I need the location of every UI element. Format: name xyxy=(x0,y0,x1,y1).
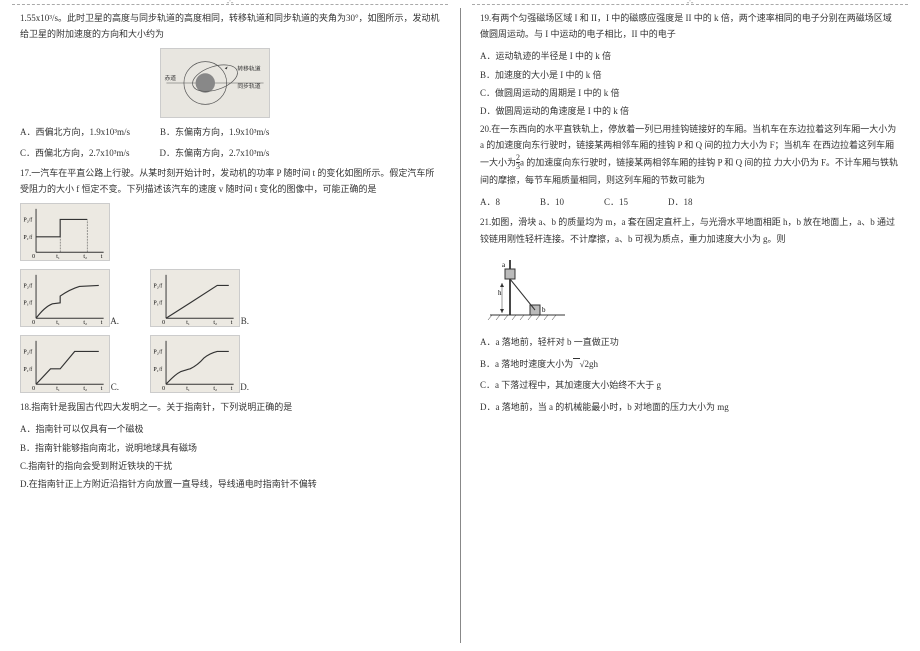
q17-text: 17.一汽车在平直公路上行驶。从某时刻开始计时，发动机的功率 P 随时间 t 的… xyxy=(20,165,440,197)
q18-opt-b: B．指南针能够指向南北，说明地球具有磁场 xyxy=(20,440,440,456)
svg-text:0: 0 xyxy=(32,254,35,260)
column-separator xyxy=(460,8,461,643)
transfer-label: 转移轨道 xyxy=(237,65,260,73)
q20-opt-a: A．8 xyxy=(480,194,500,210)
right-column: -'- 19.有两个匀强磁场区域 I 和 II，I 中的磁感应强度是 II 中的… xyxy=(460,0,920,651)
graph-c: P₂/f P₁/f 0 t₁t₂t C. xyxy=(20,335,110,393)
q18-opts: A．指南针可以仅具有一个磁极 B．指南针能够指向南北，说明地球具有磁场 C.指南… xyxy=(20,421,440,492)
q16-opt-d: D．东偏南方向，2.7x10³m/s xyxy=(159,145,269,161)
page-marker: -'- xyxy=(227,0,234,10)
q16-text: 1.55x10³/s。此时卫星的高度与同步轨道的高度相同，转移轨道和同步轨道的夹… xyxy=(20,10,440,42)
q21-text: 21.如图，滑块 a、b 的质量均为 m，a 套在固定直杆上，与光滑水平地面相距… xyxy=(480,214,900,246)
svg-text:t₂: t₂ xyxy=(83,320,87,326)
svg-text:t₁: t₁ xyxy=(186,386,190,392)
q19-opt-a: A．运动轨迹的半径是 I 中的 k 倍 xyxy=(480,48,900,64)
graph-d: P₂/f P₁/f 0 t₁t₂t D. xyxy=(150,335,240,393)
q16-opt-c: C．西偏北方向，2.7x10³m/s xyxy=(20,145,129,161)
q20-text: 20.在一东西向的水平直铁轨上，停放着一列已用挂钩链接好的车厢。当机车在东边拉着… xyxy=(480,121,900,188)
svg-text:P₁/f: P₁/f xyxy=(23,234,32,241)
q20-part-c: a 的加速度向东行驶时，链接某两相邻车厢的挂钩 P 和 Q 间的拉 xyxy=(520,157,771,167)
q16-opts-row1: A．西偏北方向，1.9x10³m/s B．东偏南方向，1.9x10³m/s xyxy=(20,124,440,140)
svg-text:P₁/f: P₁/f xyxy=(23,366,32,373)
svg-text:t: t xyxy=(231,320,233,326)
graph-grid: P₂/f P₁/f 0 t₁ t₂ t P₂/f P₁/f xyxy=(20,203,440,393)
svg-text:P₂/f: P₂/f xyxy=(23,349,32,356)
q16-opt-a: A．西偏北方向，1.9x10³m/s xyxy=(20,124,130,140)
svg-text:t₂: t₂ xyxy=(83,386,87,392)
svg-text:0: 0 xyxy=(32,386,35,392)
graph-b-label: B. xyxy=(241,313,249,329)
svg-text:a: a xyxy=(502,261,506,269)
svg-text:h: h xyxy=(498,289,502,297)
page-marker-r: -'- xyxy=(687,0,694,10)
q20-opts: A．8 B．10 C．15 D．18 xyxy=(480,194,900,210)
graph-a: P₂/f P₁/f 0 t₁t₂t A. xyxy=(20,269,110,327)
graph-d-label: D. xyxy=(240,379,249,395)
q20-opt-b: B．10 xyxy=(540,194,564,210)
q18-opt-d: D.在指南针正上方附近沿指针方向放置一直导线，导线通电时指南针不偏转 xyxy=(20,476,440,492)
svg-text:t: t xyxy=(101,386,103,392)
svg-text:t: t xyxy=(101,320,103,326)
svg-text:P₁/f: P₁/f xyxy=(153,300,162,307)
q21-opt-b: B．a 落地时速度大小为 √2gh xyxy=(480,355,900,375)
svg-text:t: t xyxy=(231,386,233,392)
sync-label: 同步轨道 xyxy=(237,82,260,90)
svg-text:P₂/f: P₂/f xyxy=(23,217,32,224)
graph-stem: P₂/f P₁/f 0 t₁ t₂ t xyxy=(20,203,110,261)
svg-text:b: b xyxy=(542,306,546,314)
svg-text:t₂: t₂ xyxy=(83,254,87,260)
svg-text:t₁: t₁ xyxy=(56,320,60,326)
graph-a-label: A. xyxy=(110,313,119,329)
svg-text:0: 0 xyxy=(32,320,35,326)
svg-text:P₁/f: P₁/f xyxy=(23,300,32,307)
pulley-diagram: a b h xyxy=(480,255,570,325)
q19-opt-d: D．做圆周运动的角速度是 I 中的 k 倍 xyxy=(480,103,900,119)
q16-opts-row2: C．西偏北方向，2.7x10³m/s D．东偏南方向，2.7x10³m/s xyxy=(20,145,440,161)
q18-text: 18.指南针是我国古代四大发明之一。关于指南针，下列说明正确的是 xyxy=(20,399,440,415)
q19-opt-b: B．加速度的大小是 I 中的 k 倍 xyxy=(480,67,900,83)
q18-opt-a: A．指南针可以仅具有一个磁极 xyxy=(20,421,440,437)
graph-b: P₂/f P₁/f 0 t₁t₂t B. xyxy=(150,269,240,327)
q21-opt-d: D．a 落地前，当 a 的机械能最小时，b 对地面的压力大小为 mg xyxy=(480,398,900,418)
svg-text:P₂/f: P₂/f xyxy=(23,283,32,290)
svg-text:t₁: t₁ xyxy=(56,254,60,260)
svg-text:t₁: t₁ xyxy=(186,320,190,326)
left-column: -'- 1.55x10³/s。此时卫星的高度与同步轨道的高度相同，转移轨道和同步… xyxy=(0,0,460,651)
q21-opt-c: C．a 下落过程中，其加速度大小始终不大于 g xyxy=(480,376,900,396)
q21-opt-a: A．a 落地前，轻杆对 b 一直做正功 xyxy=(480,333,900,353)
svg-text:P₁/f: P₁/f xyxy=(153,366,162,373)
svg-text:t₂: t₂ xyxy=(213,320,217,326)
q19-opt-c: C．做圆周运动的周期是 I 中的 k 倍 xyxy=(480,85,900,101)
equator-label: 赤道 xyxy=(164,74,176,82)
svg-text:t₁: t₁ xyxy=(56,386,60,392)
svg-text:0: 0 xyxy=(162,386,165,392)
graph-c-label: C. xyxy=(111,379,119,395)
orbit-diagram: 赤道 转移轨道 同步轨道 xyxy=(160,48,270,118)
q20-opt-c: C．15 xyxy=(604,194,628,210)
svg-text:t: t xyxy=(101,254,103,260)
q21-opts: A．a 落地前，轻杆对 b 一直做正功 B．a 落地时速度大小为 √2gh C．… xyxy=(480,333,900,418)
orbit-svg: 赤道 转移轨道 同步轨道 xyxy=(161,49,269,117)
q20-opt-d: D．18 xyxy=(668,194,693,210)
q19-text: 19.有两个匀强磁场区域 I 和 II，I 中的磁感应强度是 II 中的 k 倍… xyxy=(480,10,900,42)
q16-opt-b: B．东偏南方向，1.9x10³m/s xyxy=(160,124,269,140)
svg-text:t₂: t₂ xyxy=(213,386,217,392)
q18-opt-c: C.指南针的指向会受到附近铁块的干扰 xyxy=(20,458,440,474)
svg-text:P₂/f: P₂/f xyxy=(153,349,162,356)
q19-opts: A．运动轨迹的半径是 I 中的 k 倍 B．加速度的大小是 I 中的 k 倍 C… xyxy=(480,48,900,119)
svg-text:P₂/f: P₂/f xyxy=(153,283,162,290)
svg-text:0: 0 xyxy=(162,320,165,326)
